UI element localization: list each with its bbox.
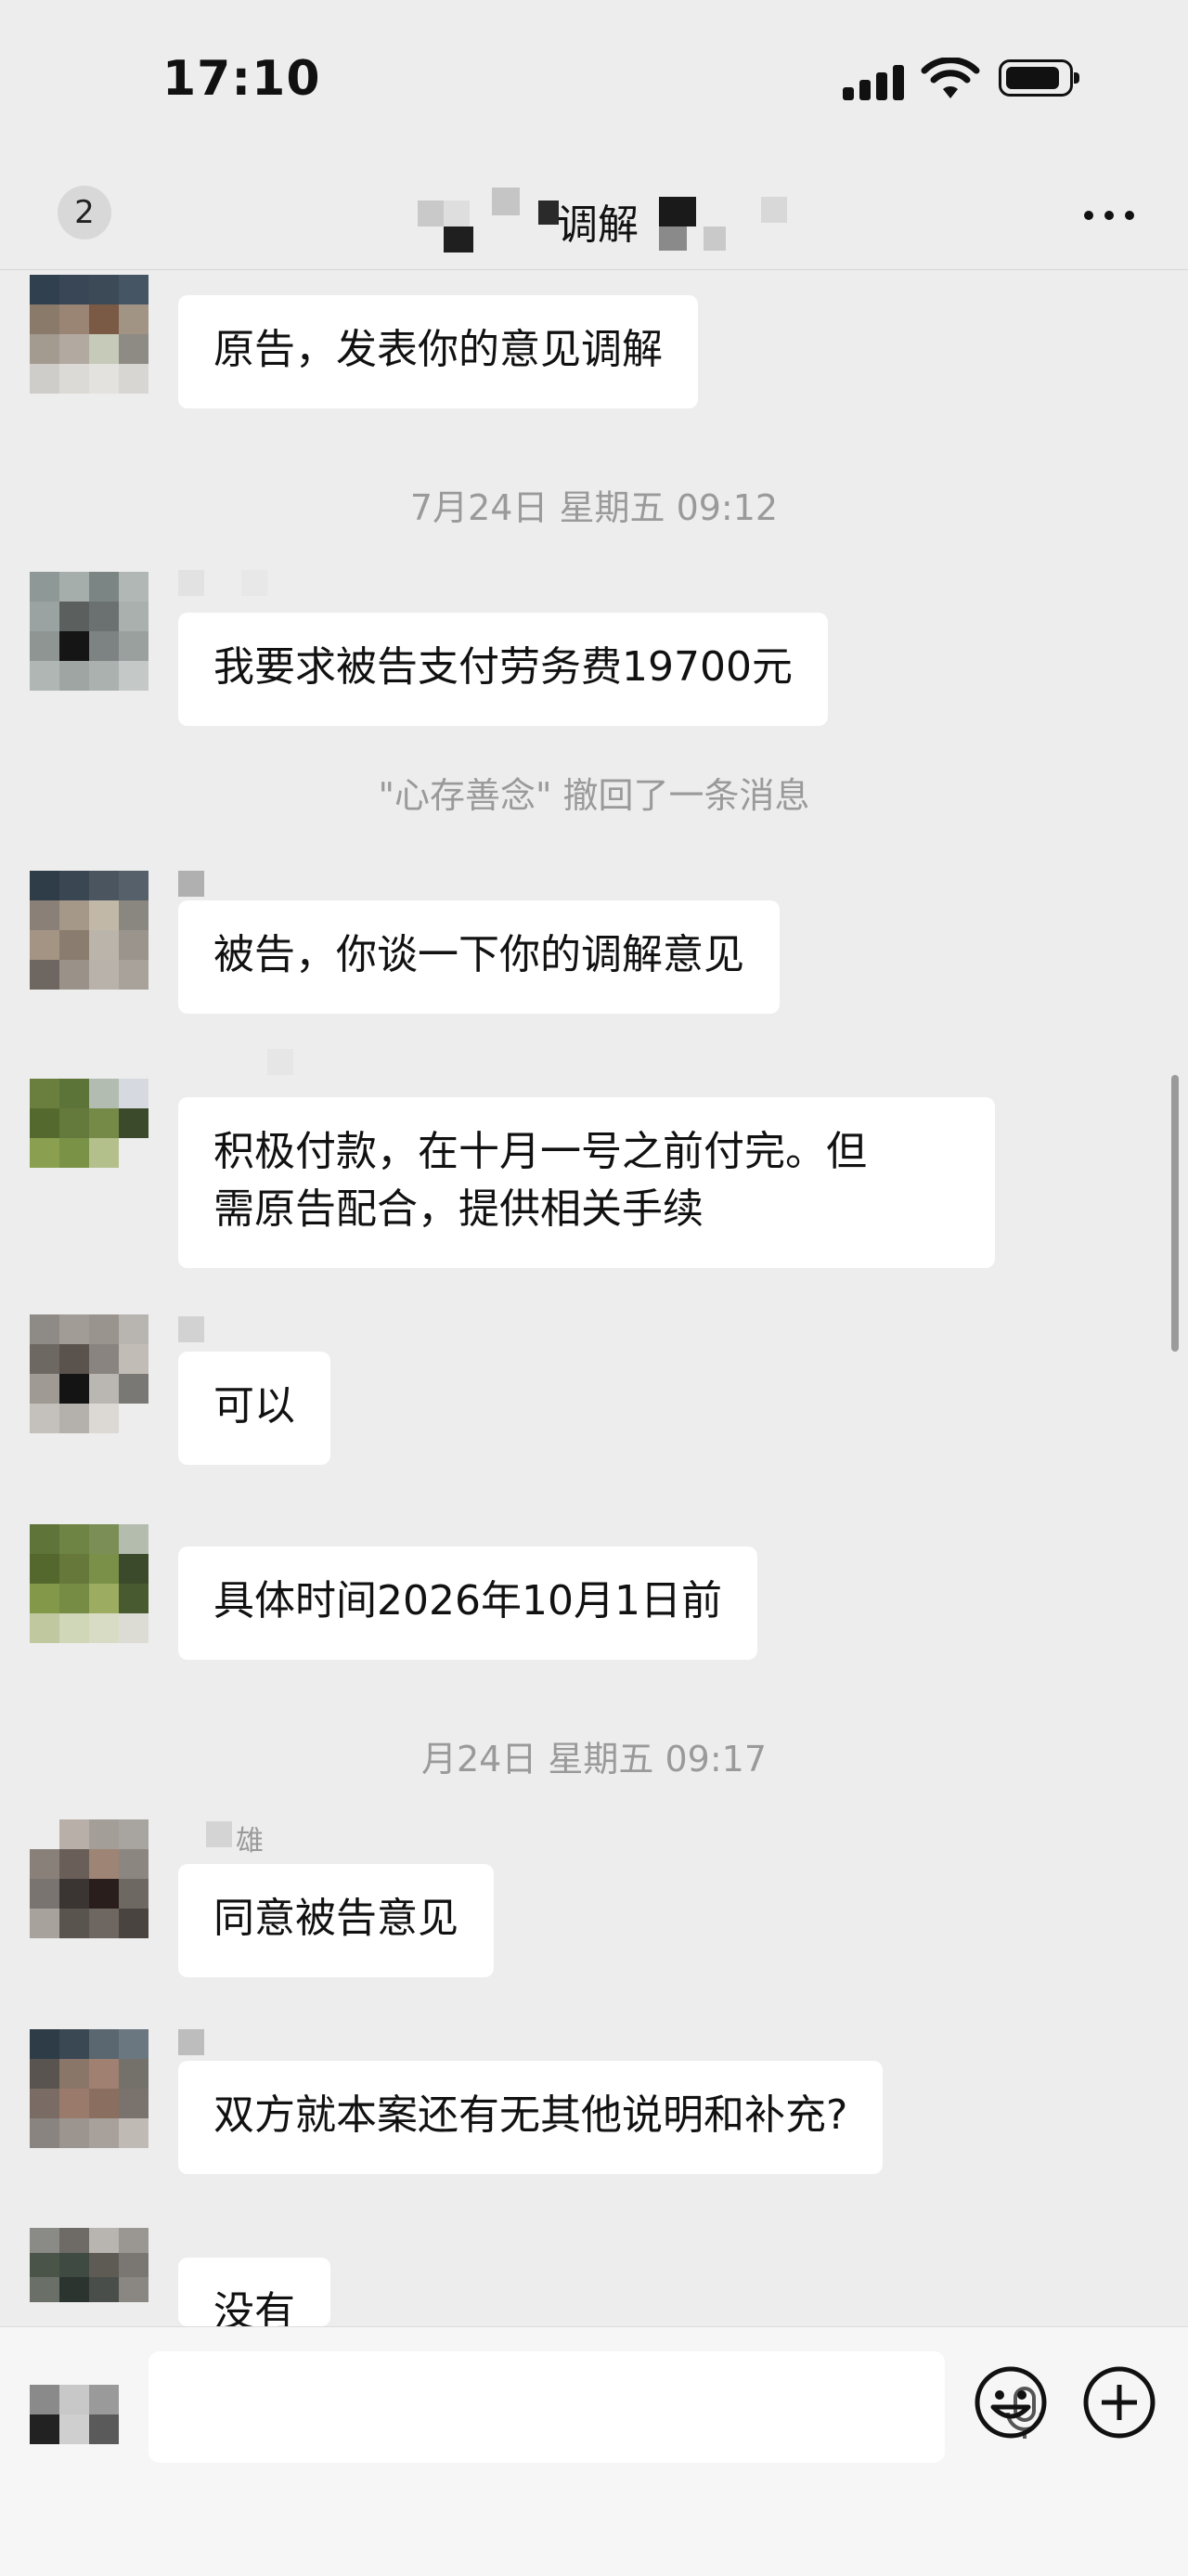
avatar[interactable] — [30, 275, 148, 394]
input-bar — [0, 2326, 1188, 2576]
avatar[interactable] — [30, 1819, 148, 1938]
message-bubble[interactable]: 被告，你谈一下你的调解意见 — [178, 900, 780, 1014]
message-bubble[interactable]: 我要求被告支付劳务费19700元 — [178, 613, 828, 726]
sender-name — [178, 2029, 204, 2055]
battery-icon — [999, 59, 1079, 97]
message-bubble[interactable]: 双方就本案还有无其他说明和补充? — [178, 2061, 884, 2174]
avatar[interactable] — [30, 1079, 148, 1197]
message-bubble[interactable]: 原告，发表你的意见调解 — [178, 295, 698, 408]
chat-title: 调解 — [408, 184, 798, 252]
unread-badge: 2 — [74, 194, 95, 231]
sender-name — [178, 871, 204, 897]
sender-name — [206, 1821, 232, 1847]
avatar[interactable] — [30, 1314, 148, 1433]
timestamp: 月24日 星期五 09:17 — [420, 1739, 768, 1780]
scrollbar[interactable] — [1171, 1075, 1179, 1352]
plus-icon[interactable] — [1081, 2364, 1157, 2440]
more-button[interactable] — [1081, 200, 1137, 225]
chat-header: 2 调解 — [0, 158, 1188, 270]
sender-name-text: 雄 — [236, 1825, 264, 1858]
voice-toggle-button[interactable] — [30, 2385, 119, 2444]
chat-title-text: 调解 — [557, 201, 639, 249]
timestamp: 7月24日 星期五 09:12 — [409, 487, 779, 528]
avatar[interactable] — [30, 572, 148, 691]
more-icon — [1084, 211, 1134, 220]
sender-name — [178, 570, 204, 596]
avatar[interactable] — [30, 1524, 148, 1643]
message-bubble[interactable]: 没有 — [178, 2258, 330, 2326]
recall-notice: "心存善念" 撤回了一条消息 — [378, 775, 810, 816]
sender-name — [241, 570, 267, 596]
signal-icon — [843, 63, 906, 100]
message-bubble[interactable]: 具体时间2026年10月1日前 — [178, 1547, 757, 1660]
voice-toggle-icon — [30, 2385, 59, 2414]
message-bubble[interactable]: 积极付款，在十月一号之前付完。但 需原告配合，提供相关手续 — [178, 1097, 995, 1268]
avatar[interactable] — [30, 2228, 148, 2326]
back-button[interactable]: 2 — [58, 186, 111, 239]
emoji-icon[interactable] — [973, 2364, 1049, 2440]
sender-name — [178, 1316, 204, 1342]
message-bubble[interactable]: 同意被告意见 — [178, 1864, 494, 1977]
wifi-icon — [921, 58, 980, 98]
sender-name — [267, 1049, 293, 1075]
avatar[interactable] — [30, 2029, 148, 2148]
message-input[interactable] — [148, 2351, 1043, 2463]
avatar[interactable] — [30, 871, 148, 990]
status-time: 17:10 — [162, 51, 321, 107]
message-bubble[interactable]: 可以 — [178, 1352, 330, 1465]
status-bar: 17:10 — [0, 0, 1188, 158]
